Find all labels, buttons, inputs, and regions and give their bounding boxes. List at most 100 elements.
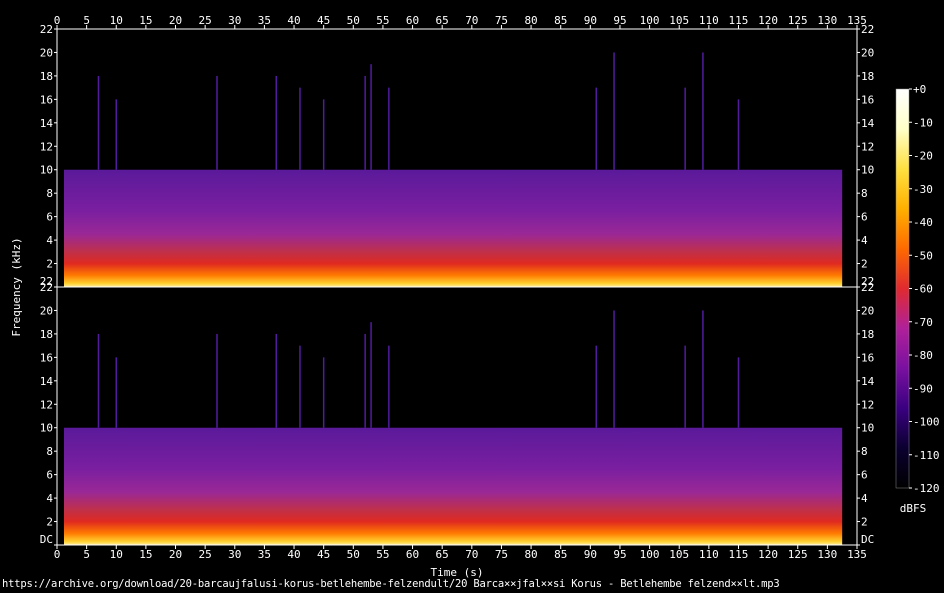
bottom-time-axis: 0 5 10 15 20 25 30 35 40 45 50 55 60 65 70 75 80 85 90 95 10… xyxy=(54,545,867,561)
y-tick-label-left: 22 xyxy=(40,23,53,36)
x-tick-label-bottom: 25 xyxy=(199,548,212,561)
y-tick-label-right: 22 xyxy=(861,23,874,36)
y-tick-label-left: 16 xyxy=(40,93,53,106)
spectrogram-energy-band xyxy=(64,427,843,545)
y-tick-label-left: 16 xyxy=(40,351,53,364)
y-tick-label-left: 8 xyxy=(46,187,53,200)
y-tick-label-left: 4 xyxy=(46,492,53,505)
x-tick-label-bottom: 30 xyxy=(228,548,241,561)
y-tick-label-right: 6 xyxy=(861,211,868,224)
colorbar-tick-label: -20 xyxy=(913,150,933,163)
y-tick-label-right: 20 xyxy=(861,304,874,317)
y-tick-label-right: 18 xyxy=(861,328,874,341)
x-tick-label-bottom: 85 xyxy=(554,548,567,561)
y-tick-label-left: 6 xyxy=(46,211,53,224)
y-tick-label-left: 10 xyxy=(40,422,53,435)
y-tick-label-right: 22 xyxy=(861,281,874,294)
y-tick-label-left: 18 xyxy=(40,70,53,83)
colorbar-tick-label: -40 xyxy=(913,216,933,229)
spectrogram-channel-top: 22 2220 2018 1816 1614 1412 1210 108 86 64 42 222 22 xyxy=(40,23,875,288)
y-tick-label-left: 14 xyxy=(40,375,54,388)
x-tick-label-bottom: 50 xyxy=(347,548,360,561)
y-tick-label-right: 10 xyxy=(861,422,874,435)
y-tick-label-right: 2 xyxy=(861,516,868,529)
file-path: https://archive.org/download/20-barcaujf… xyxy=(2,578,780,590)
y-tick-label-left: 2 xyxy=(46,258,53,271)
y-tick-label-right: DC xyxy=(861,533,874,546)
colorbar-tick-label: -110 xyxy=(913,449,940,462)
y-tick-label-right: 4 xyxy=(861,492,868,505)
x-tick-label-bottom: 60 xyxy=(406,548,419,561)
y-tick-label-right: 16 xyxy=(861,93,874,106)
y-tick-label-right: 14 xyxy=(861,117,875,130)
spectrogram-channel-bottom: 22 2220 2018 1816 1614 1412 1210 108 86 64 42 2DC DC xyxy=(40,281,875,546)
colorbar-tick-label: -120 xyxy=(913,482,940,495)
x-tick-label-bottom: 10 xyxy=(110,548,123,561)
colorbar-tick-label: +0 xyxy=(913,83,926,96)
x-tick-label-bottom: 120 xyxy=(758,548,778,561)
top-time-axis: 0 5 10 15 20 25 30 35 40 45 50 55 60 65 70 75 80 85 90 95 10… xyxy=(54,14,867,29)
x-tick-label-bottom: 20 xyxy=(169,548,182,561)
y-tick-label-right: 10 xyxy=(861,164,874,177)
x-tick-label-bottom: 90 xyxy=(584,548,597,561)
y-tick-label-right: 2 xyxy=(861,258,868,271)
colorbar-tick-label: -100 xyxy=(913,416,940,429)
x-tick-label-bottom: 65 xyxy=(436,548,449,561)
y-axis-label: Frequency (kHz) xyxy=(10,237,23,336)
x-tick-label-bottom: 115 xyxy=(729,548,749,561)
x-tick-label-bottom: 135 xyxy=(847,548,867,561)
y-tick-label-right: 12 xyxy=(861,398,874,411)
colorbar-tick-label: -90 xyxy=(913,382,933,395)
y-tick-label-left: 20 xyxy=(40,304,53,317)
x-tick-label-bottom: 40 xyxy=(287,548,300,561)
y-tick-label-right: 12 xyxy=(861,140,874,153)
x-tick-label-bottom: 80 xyxy=(524,548,537,561)
y-tick-label-left: 4 xyxy=(46,234,53,247)
y-tick-label-left: DC xyxy=(40,533,53,546)
spectrogram-energy-band xyxy=(64,169,843,287)
y-tick-label-left: 10 xyxy=(40,164,53,177)
y-tick-label-right: 8 xyxy=(861,187,868,200)
y-tick-label-left: 8 xyxy=(46,445,53,458)
y-tick-label-right: 8 xyxy=(861,445,868,458)
y-tick-label-left: 20 xyxy=(40,46,53,59)
x-tick-label-bottom: 110 xyxy=(699,548,719,561)
x-tick-label-bottom: 130 xyxy=(817,548,837,561)
colorbar-tick-label: -60 xyxy=(913,283,933,296)
x-tick-label-bottom: 125 xyxy=(788,548,808,561)
colorbar-tick-label: -10 xyxy=(913,116,933,129)
dbfs-colorbar: +0 -10 -20 -30 -40 -50 -60 -70 -80 -90 -100 -110 -12… xyxy=(895,83,940,495)
x-tick-label-bottom: 105 xyxy=(669,548,689,561)
colorbar-tick-label: -30 xyxy=(913,183,933,196)
spectrogram-panels: 22 2220 2018 1816 1614 1412 1210 108 86 64 42 222 22… xyxy=(40,23,875,546)
y-tick-label-right: 4 xyxy=(861,234,868,247)
colorbar-tick-label: -50 xyxy=(913,249,933,262)
y-tick-label-right: 16 xyxy=(861,351,874,364)
x-tick-label-bottom: 100 xyxy=(640,548,660,561)
x-tick-label-bottom: 55 xyxy=(376,548,389,561)
y-tick-label-right: 6 xyxy=(861,469,868,482)
colorbar-gradient xyxy=(895,88,910,489)
colorbar-tick-label: -70 xyxy=(913,316,933,329)
y-tick-label-left: 12 xyxy=(40,140,53,153)
y-tick-label-left: 2 xyxy=(46,516,53,529)
x-tick-label-bottom: 95 xyxy=(613,548,626,561)
y-tick-label-left: 22 xyxy=(40,281,53,294)
x-tick-label-bottom: 35 xyxy=(258,548,271,561)
x-tick-label-bottom: 15 xyxy=(139,548,152,561)
y-tick-label-left: 6 xyxy=(46,469,53,482)
colorbar-label: dBFS xyxy=(900,502,927,515)
x-tick-label-bottom: 45 xyxy=(317,548,330,561)
y-tick-label-left: 18 xyxy=(40,328,53,341)
y-tick-label-left: 14 xyxy=(40,117,54,130)
x-tick-label-bottom: 75 xyxy=(495,548,508,561)
y-tick-label-left: 12 xyxy=(40,398,53,411)
colorbar-tick-label: -80 xyxy=(913,349,933,362)
y-tick-label-right: 18 xyxy=(861,70,874,83)
x-tick-label-bottom: 70 xyxy=(465,548,478,561)
x-tick-label-bottom: 5 xyxy=(83,548,90,561)
y-tick-label-right: 14 xyxy=(861,375,875,388)
x-tick-label-bottom: 0 xyxy=(54,548,61,561)
spectrogram-figure: 0 5 10 15 20 25 30 35 40 45 50 55 60 65 70 75 80 85 90 95 10… xyxy=(10,14,940,579)
y-tick-label-right: 20 xyxy=(861,46,874,59)
